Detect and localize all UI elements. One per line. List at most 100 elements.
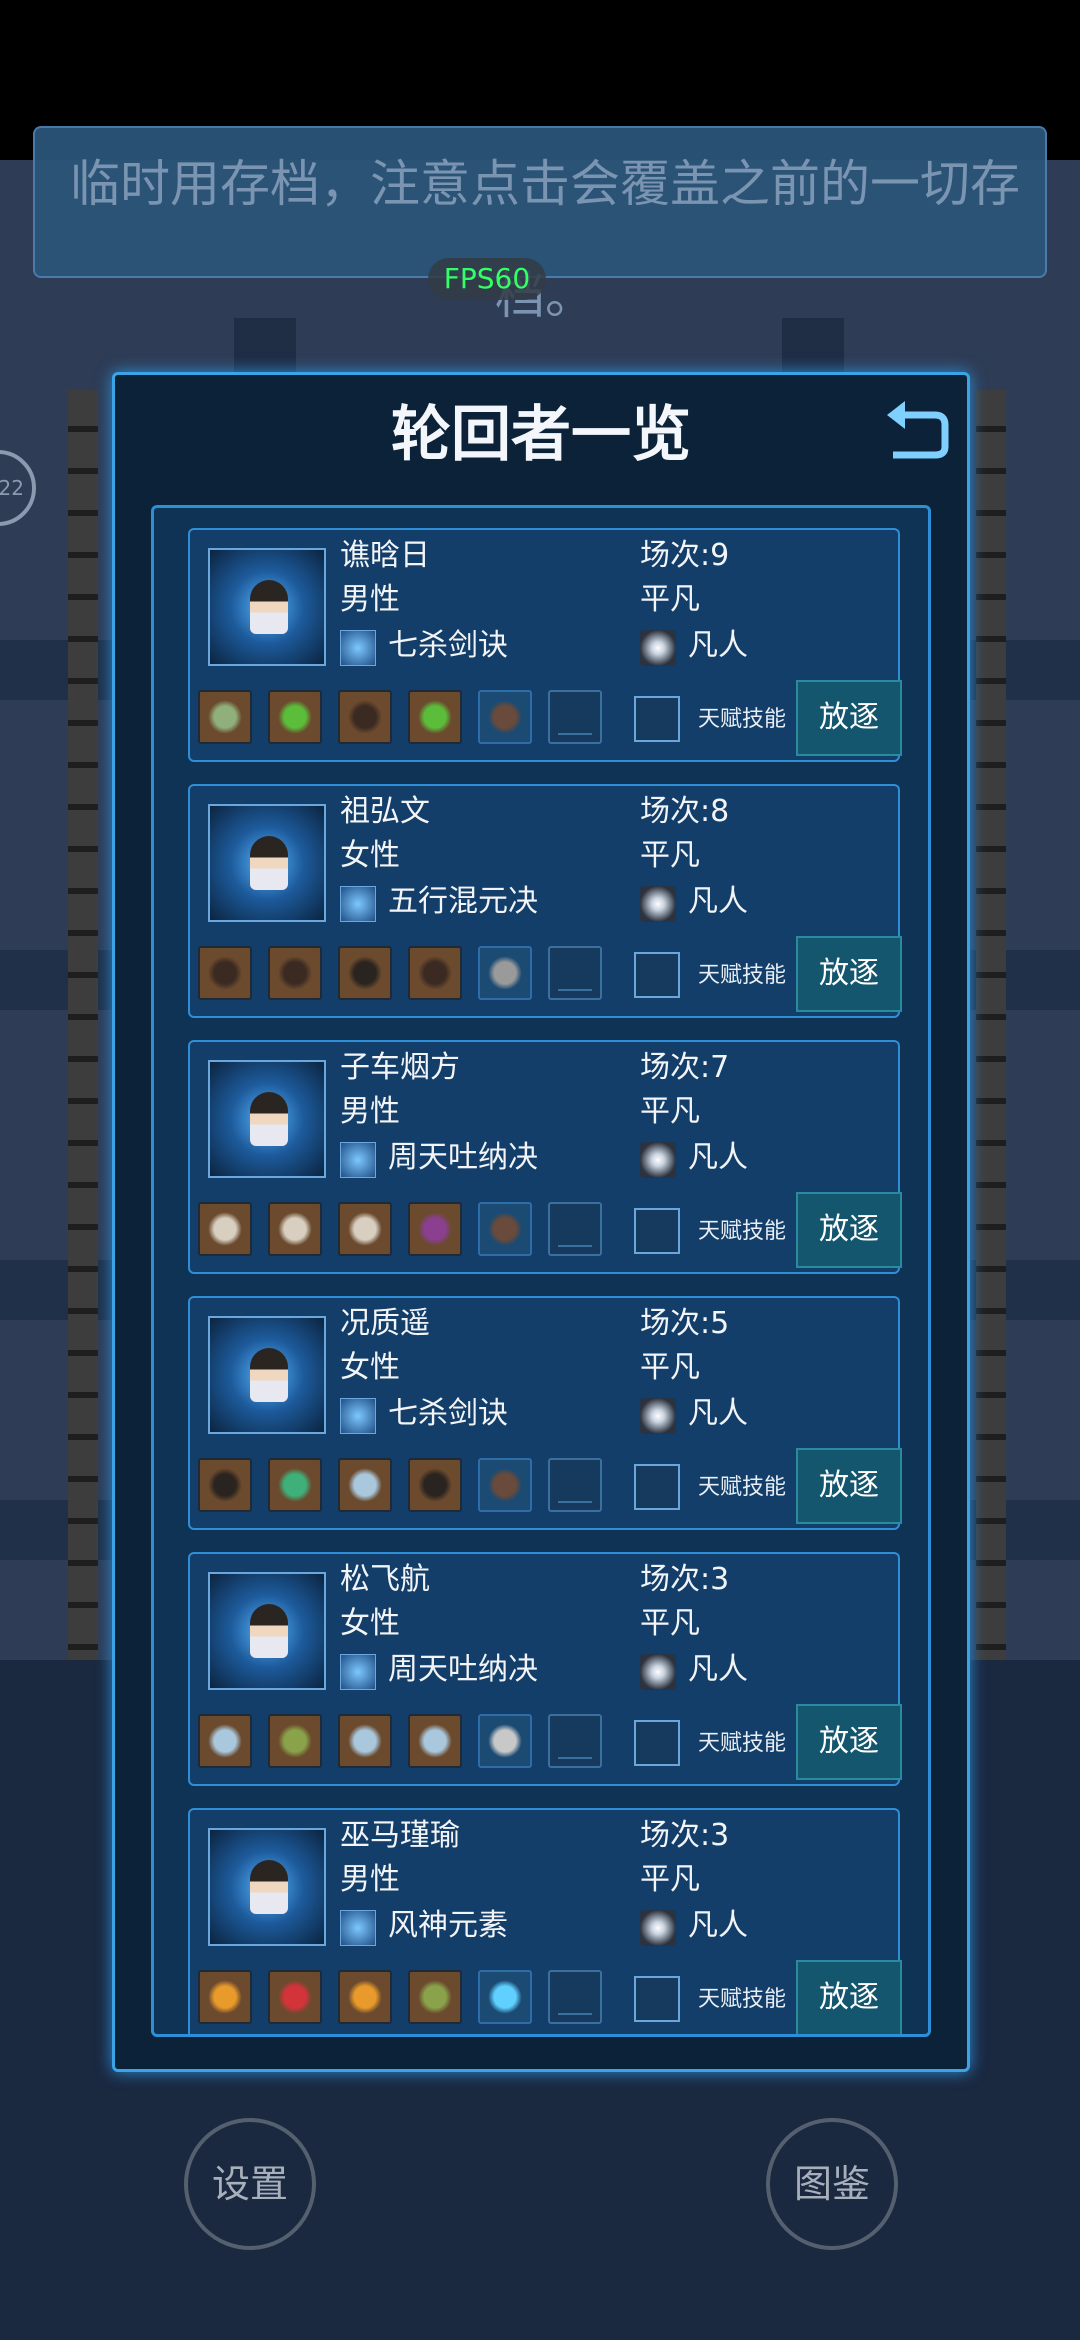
gun-ak-icon[interactable]	[478, 946, 532, 1000]
realm-name: 凡人	[688, 884, 748, 919]
gun-ak-icon	[488, 956, 522, 990]
character-card[interactable]: 祖弘文 女性 五行混元决 场次:8 平凡 凡人 天赋技能 放逐	[188, 784, 902, 1018]
orange-gem-icon[interactable]	[198, 1970, 252, 2024]
boots-icon[interactable]	[338, 946, 392, 1000]
skill-name: 七杀剑诀	[388, 1396, 508, 1431]
blue-crystal-icon[interactable]	[338, 1458, 392, 1512]
gun-rifle-icon[interactable]	[478, 690, 532, 744]
blue-crystal-icon	[418, 1724, 452, 1758]
boots-icon[interactable]	[198, 1458, 252, 1512]
orange-gem-icon[interactable]	[338, 1970, 392, 2024]
purple-grapes-icon[interactable]	[408, 1202, 462, 1256]
character-portrait	[208, 1828, 326, 1946]
character-card[interactable]: 况质遥 女性 七杀剑诀 场次:5 平凡 凡人 天赋技能 放逐	[188, 1296, 902, 1530]
orange-gem-icon	[208, 1980, 242, 2014]
skill-name: 五行混元决	[388, 884, 538, 919]
talent-skill-label: 天赋技能	[698, 707, 787, 732]
talent-checkbox[interactable]	[634, 1976, 680, 2022]
empty-equipment-slot[interactable]	[548, 1458, 602, 1512]
armor-icon	[348, 700, 382, 734]
blue-crystal-icon[interactable]	[198, 1714, 252, 1768]
talent-checkbox[interactable]	[634, 952, 680, 998]
exile-button[interactable]: 放逐	[796, 1192, 902, 1268]
blue-crystal-icon	[208, 1724, 242, 1758]
exile-button[interactable]: 放逐	[796, 1960, 902, 2034]
shirt-icon[interactable]	[198, 1202, 252, 1256]
armor-icon[interactable]	[268, 946, 322, 1000]
talent-skill-label: 天赋技能	[698, 1731, 787, 1756]
exile-button[interactable]: 放逐	[796, 1704, 902, 1780]
gun-rifle-icon	[488, 700, 522, 734]
realm-icon	[640, 630, 676, 666]
blue-crystal-icon[interactable]	[338, 1714, 392, 1768]
character-list[interactable]: 谯晗日 男性 七杀剑诀 场次:9 平凡 凡人 天赋技能 放逐 祖弘文 女性 五行…	[151, 505, 931, 2037]
character-name: 况质遥	[340, 1306, 430, 1341]
boots-icon[interactable]	[408, 1458, 462, 1512]
skill-name: 风神元素	[388, 1908, 508, 1943]
back-arrow-icon[interactable]	[883, 395, 953, 465]
character-gender: 男性	[340, 582, 400, 617]
character-card[interactable]: 子车烟方 男性 周天吐纳决 场次:7 平凡 凡人 天赋技能 放逐	[188, 1040, 902, 1274]
empty-equipment-slot[interactable]	[548, 1970, 602, 2024]
red-gem-icon	[278, 1980, 312, 2014]
realm-name: 凡人	[688, 1908, 748, 1943]
boots-icon	[208, 1468, 242, 1502]
gun-rifle-icon[interactable]	[478, 1458, 532, 1512]
exile-button[interactable]: 放逐	[796, 680, 902, 756]
exile-button[interactable]: 放逐	[796, 936, 902, 1012]
blue-orb-icon[interactable]	[478, 1970, 532, 2024]
shirt-icon	[278, 1212, 312, 1246]
empty-equipment-slot[interactable]	[548, 1714, 602, 1768]
shirt-icon[interactable]	[338, 1202, 392, 1256]
blue-orb-icon	[488, 1980, 522, 2014]
empty-equipment-slot[interactable]	[548, 1202, 602, 1256]
settings-button[interactable]: 设置	[184, 2118, 316, 2250]
armor-icon[interactable]	[408, 946, 462, 1000]
green-gem-icon[interactable]	[408, 690, 462, 744]
skill-icon	[340, 1654, 376, 1690]
character-gender: 女性	[340, 838, 400, 873]
armor-icon	[208, 956, 242, 990]
save-notice-banner: 临时用存档，注意点击会覆盖之前的一切存档。	[33, 126, 1047, 325]
realm-icon	[640, 1398, 676, 1434]
exile-button[interactable]: 放逐	[796, 1448, 902, 1524]
character-portrait	[208, 804, 326, 922]
leaf-icon[interactable]	[408, 1970, 462, 2024]
character-card[interactable]: 巫马瑾瑜 男性 风神元素 场次:3 平凡 凡人 天赋技能 放逐	[188, 1808, 902, 2034]
codex-button[interactable]: 图鉴	[766, 2118, 898, 2250]
talent-checkbox[interactable]	[634, 1208, 680, 1254]
red-gem-icon[interactable]	[268, 1970, 322, 2024]
shirt-icon	[348, 1212, 382, 1246]
armor-icon	[418, 956, 452, 990]
green-gem-icon[interactable]	[268, 690, 322, 744]
armor-icon[interactable]	[198, 946, 252, 1000]
character-portrait	[208, 1316, 326, 1434]
empty-equipment-slot[interactable]	[548, 690, 602, 744]
armor-icon[interactable]	[338, 690, 392, 744]
boots-icon	[348, 956, 382, 990]
gun-smg-icon[interactable]	[478, 1714, 532, 1768]
skill-icon	[340, 630, 376, 666]
character-card[interactable]: 松飞航 女性 周天吐纳决 场次:3 平凡 凡人 天赋技能 放逐	[188, 1552, 902, 1786]
character-grade: 平凡	[640, 1094, 700, 1129]
character-portrait	[208, 548, 326, 666]
talent-checkbox[interactable]	[634, 696, 680, 742]
talent-checkbox[interactable]	[634, 1720, 680, 1766]
character-gender: 男性	[340, 1862, 400, 1897]
character-name: 巫马瑾瑜	[340, 1818, 460, 1853]
blue-crystal-icon[interactable]	[408, 1714, 462, 1768]
green-crystal-icon[interactable]	[268, 1458, 322, 1512]
talent-checkbox[interactable]	[634, 1464, 680, 1510]
character-name: 松飞航	[340, 1562, 430, 1597]
character-gender: 男性	[340, 1094, 400, 1129]
character-name: 子车烟方	[340, 1050, 460, 1085]
ring-icon[interactable]	[198, 690, 252, 744]
realm-name: 凡人	[688, 1396, 748, 1431]
shirt-icon[interactable]	[268, 1202, 322, 1256]
leaf-icon[interactable]	[268, 1714, 322, 1768]
orange-gem-icon	[348, 1980, 382, 2014]
character-card[interactable]: 谯晗日 男性 七杀剑诀 场次:9 平凡 凡人 天赋技能 放逐	[188, 528, 902, 762]
empty-equipment-slot[interactable]	[548, 946, 602, 1000]
character-grade: 平凡	[640, 582, 700, 617]
gun-rifle-icon[interactable]	[478, 1202, 532, 1256]
